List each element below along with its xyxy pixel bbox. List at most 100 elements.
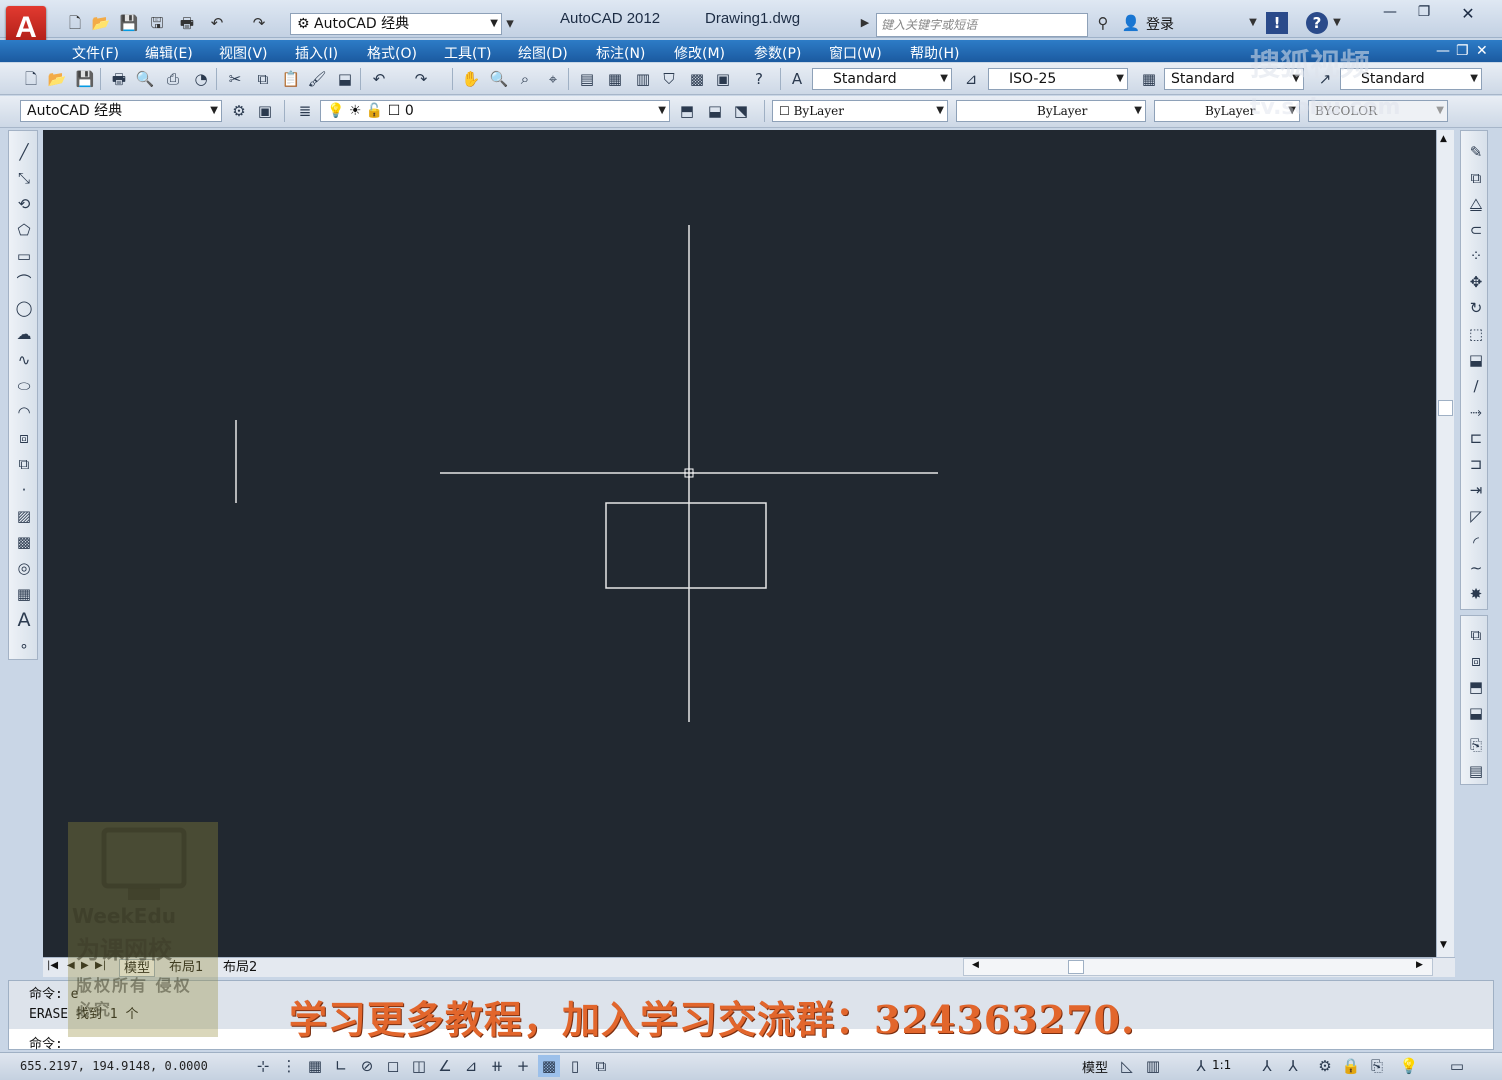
sheet-set-icon[interactable]: ⛉ xyxy=(658,68,680,90)
trim-icon[interactable]: ∕ xyxy=(1465,375,1487,397)
layer-properties-icon[interactable]: ≣ xyxy=(294,100,316,122)
dimension-style-icon[interactable]: ⊿ xyxy=(960,68,982,90)
menu-window[interactable]: 窗口(W) xyxy=(829,43,882,63)
spline-icon[interactable]: ∿ xyxy=(13,349,35,371)
revision-cloud-icon[interactable]: ☁ xyxy=(13,323,35,345)
auto-scale-icon[interactable]: ⅄ xyxy=(1282,1055,1304,1077)
bring-to-front-icon[interactable]: ⧉ xyxy=(1465,624,1487,646)
linetype-dropdown[interactable]: ByLayer ▼ xyxy=(956,100,1146,122)
help-dropdown-icon[interactable]: ▼ xyxy=(1330,12,1344,34)
dim-style-dropdown[interactable]: ISO-25 ▼ xyxy=(988,68,1128,90)
help-icon[interactable]: ? xyxy=(1306,12,1328,34)
extend-icon[interactable]: ⤑ xyxy=(1465,401,1487,423)
vertical-scrollbar[interactable]: ▲ ▼ xyxy=(1436,130,1454,957)
layer-state-icon[interactable]: ⬔ xyxy=(730,100,752,122)
doc-minimize-icon[interactable]: — xyxy=(1436,43,1450,59)
polar-tracking-icon[interactable]: ⊘ xyxy=(356,1055,378,1077)
insert-block-icon[interactable]: ⧈ xyxy=(13,427,35,449)
menu-format[interactable]: 格式(O) xyxy=(367,43,417,63)
menu-file[interactable]: 文件(F) xyxy=(72,43,119,63)
zoom-realtime-icon[interactable]: 🔍 xyxy=(488,68,510,90)
menu-dimension[interactable]: 标注(N) xyxy=(596,43,645,63)
blend-icon[interactable]: ∼ xyxy=(1465,557,1487,579)
text-style-icon[interactable]: A xyxy=(786,68,808,90)
workspace-combo[interactable]: AutoCAD 经典 ▼ xyxy=(20,100,222,122)
transparency-icon[interactable]: ▩ xyxy=(538,1055,560,1077)
drawing-canvas[interactable] xyxy=(43,130,1438,957)
menu-tools[interactable]: 工具(T) xyxy=(444,43,491,63)
scroll-thumb[interactable] xyxy=(1438,400,1453,416)
exchange-icon[interactable]: ! xyxy=(1266,12,1288,34)
erase-icon[interactable]: ✎ xyxy=(1465,141,1487,163)
make-current-layer-icon[interactable]: ⬒ xyxy=(676,100,698,122)
zoom-previous-icon[interactable]: ⌖ xyxy=(542,68,564,90)
restore-window-icon[interactable]: ❐ xyxy=(1404,4,1444,24)
design-center-icon[interactable]: ▦ xyxy=(604,68,626,90)
hatch-to-back-icon[interactable]: ▤ xyxy=(1465,760,1487,782)
save-icon[interactable]: 💾 xyxy=(74,68,96,90)
properties-icon[interactable]: ▤ xyxy=(576,68,598,90)
close-window-icon[interactable]: ✕ xyxy=(1448,4,1488,24)
scroll-up-icon[interactable]: ▲ xyxy=(1440,134,1447,144)
workspace-switch-icon[interactable]: ⚙ xyxy=(1314,1055,1336,1077)
toolbar-lock-icon[interactable]: 🔒 xyxy=(1340,1055,1362,1077)
ellipse-icon[interactable]: ⬭ xyxy=(13,375,35,397)
menu-parametric[interactable]: 参数(P) xyxy=(754,43,801,63)
menu-help[interactable]: 帮助(H) xyxy=(910,43,959,63)
match-properties-icon[interactable]: 🖌 xyxy=(306,68,328,90)
join-icon[interactable]: ⇥ xyxy=(1465,479,1487,501)
menu-edit[interactable]: 编辑(E) xyxy=(145,43,193,63)
block-editor-icon[interactable]: ⬓ xyxy=(334,68,356,90)
command-window[interactable]: 命令: e ERASE 找到 1 个 命令: 学习更多教程，加入学习交流群：32… xyxy=(8,980,1494,1052)
new-icon[interactable]: 🗋 xyxy=(20,68,42,90)
search-input[interactable]: 键入关键字或短语 xyxy=(876,13,1088,37)
login-link[interactable]: 登录 xyxy=(1146,14,1174,34)
bring-above-icon[interactable]: ⬒ xyxy=(1465,676,1487,698)
expand-search-icon[interactable]: ▶ xyxy=(858,12,872,34)
mirror-icon[interactable]: ⧋ xyxy=(1465,193,1487,215)
save-as-icon[interactable]: 🖫 xyxy=(146,12,168,34)
layer-previous-icon[interactable]: ⬓ xyxy=(704,100,726,122)
table-icon[interactable]: ▦ xyxy=(13,583,35,605)
dynamic-ucs-icon[interactable]: ⊿ xyxy=(460,1055,482,1077)
mtext-icon[interactable]: A xyxy=(13,609,35,631)
object-snap-icon[interactable]: ◻ xyxy=(382,1055,404,1077)
text-to-front-icon[interactable]: ⎘ xyxy=(1465,734,1487,756)
menu-insert[interactable]: 插入(I) xyxy=(295,43,338,63)
workspace-dropdown[interactable]: ⚙ AutoCAD 经典 ▼ xyxy=(290,13,502,35)
send-under-icon[interactable]: ⬓ xyxy=(1465,702,1487,724)
isolate-objects-icon[interactable]: 💡 xyxy=(1398,1055,1420,1077)
binoculars-icon[interactable]: ⚲ xyxy=(1092,12,1114,34)
array-icon[interactable]: ⁘ xyxy=(1465,245,1487,267)
scale-icon[interactable]: ⬚ xyxy=(1465,323,1487,345)
add-selected-icon[interactable]: ∘ xyxy=(13,635,35,657)
text-style-dropdown[interactable]: Standard ▼ xyxy=(812,68,952,90)
polyline-icon[interactable]: ⟲ xyxy=(13,193,35,215)
annotation-scale-icon[interactable]: ⅄ xyxy=(1190,1055,1212,1077)
infer-constraints-icon[interactable]: ⊹ xyxy=(252,1055,274,1077)
rectangle-shape[interactable] xyxy=(605,502,767,589)
polygon-icon[interactable]: ⬠ xyxy=(13,219,35,241)
region-icon[interactable]: ◎ xyxy=(13,557,35,579)
hardware-acceleration-icon[interactable]: ⎘ xyxy=(1366,1055,1388,1077)
scroll-left-icon[interactable]: ◀ xyxy=(972,960,979,970)
3d-print-icon[interactable]: ◔ xyxy=(190,68,212,90)
offset-icon[interactable]: ⊂ xyxy=(1465,219,1487,241)
quick-view-icon[interactable]: ▥ xyxy=(1142,1055,1164,1077)
rotate-icon[interactable]: ↻ xyxy=(1465,297,1487,319)
object-snap-tracking-icon[interactable]: ∠ xyxy=(434,1055,456,1077)
break-icon[interactable]: ⊐ xyxy=(1465,453,1487,475)
dynamic-input-icon[interactable]: ⧺ xyxy=(486,1055,508,1077)
doc-close-icon[interactable]: ✕ xyxy=(1476,43,1488,59)
construction-line-icon[interactable]: ⤡ xyxy=(13,167,35,189)
first-tab-icon[interactable]: |◀ xyxy=(47,960,58,971)
calculator-icon[interactable]: ▣ xyxy=(712,68,734,90)
explode-icon[interactable]: ✸ xyxy=(1465,583,1487,605)
table-style-icon[interactable]: ▦ xyxy=(1138,68,1160,90)
rectangle-icon[interactable]: ▭ xyxy=(13,245,35,267)
model-space-label[interactable]: 模型 xyxy=(1082,1057,1108,1076)
line-icon[interactable]: ╱ xyxy=(13,141,35,163)
menu-view[interactable]: 视图(V) xyxy=(219,43,268,63)
annotation-visibility-icon[interactable]: ⅄ xyxy=(1256,1055,1278,1077)
send-to-back-icon[interactable]: ⧈ xyxy=(1465,650,1487,672)
